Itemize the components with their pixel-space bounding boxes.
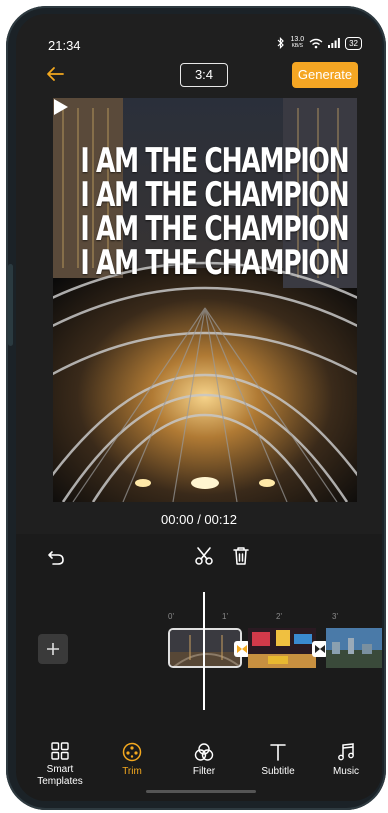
trim-icon <box>122 742 142 762</box>
status-time: 21:34 <box>48 38 81 53</box>
timeline-tick: 1' <box>222 612 228 621</box>
playhead[interactable] <box>203 592 205 710</box>
clip-thumbnail <box>326 628 382 668</box>
arrow-left-icon <box>47 67 64 81</box>
aspect-ratio-button[interactable]: 3:4 <box>180 63 228 87</box>
network-speed: 13.0 KB/S <box>290 36 304 50</box>
editor-top-bar: 3:4 Generate <box>16 62 382 92</box>
back-button[interactable] <box>46 64 76 90</box>
tab-music[interactable]: Music <box>310 742 382 777</box>
timeline-tick: 2' <box>276 612 282 621</box>
grid-icon <box>51 742 69 760</box>
timeline-clip-selected[interactable] <box>168 628 242 668</box>
add-clip-button[interactable] <box>38 634 68 664</box>
timeline-ruler: 0' 1' 2' 3' <box>16 612 382 624</box>
tab-label: Smart Templates <box>37 764 83 787</box>
tab-label: Music <box>332 766 360 777</box>
tab-subtitle[interactable]: Subtitle <box>242 742 314 777</box>
bluetooth-icon <box>278 37 285 49</box>
tab-smart-templates[interactable]: Smart Templates <box>24 742 96 788</box>
tab-trim[interactable]: Trim <box>96 742 168 777</box>
phone-side-button <box>8 264 13 346</box>
status-bar: 21:34 13.0 KB/S 32 <box>16 14 382 62</box>
battery-indicator: 32 <box>345 36 362 50</box>
tab-label: Trim <box>122 766 142 777</box>
video-preview[interactable]: I AM THE CHAMPION I AM THE CHAMPION I AM… <box>53 98 357 502</box>
wifi-icon <box>309 38 323 48</box>
network-speed-value: 13.0 <box>290 36 305 43</box>
filter-icon <box>194 743 214 761</box>
scissors-icon[interactable] <box>194 546 214 566</box>
tab-filter[interactable]: Filter <box>168 742 240 777</box>
network-speed-unit: KB/S <box>291 43 303 49</box>
playback-timecode: 00:00 / 00:12 <box>161 512 237 527</box>
status-icons: 13.0 KB/S 32 <box>277 36 362 50</box>
tab-label: Filter <box>192 766 216 777</box>
overlay-text-line: I AM THE CHAMPION <box>80 141 349 181</box>
app-screen: 21:34 13.0 KB/S 32 3:4 Generate I AM THE… <box>16 14 382 801</box>
timeline-clip[interactable] <box>248 628 316 668</box>
timeline-tick: 3' <box>332 612 338 621</box>
home-indicator[interactable] <box>146 790 256 793</box>
overlay-text-line: I AM THE CHAMPION <box>80 243 349 283</box>
trash-icon[interactable] <box>232 546 250 566</box>
signal-icon <box>328 38 340 48</box>
plus-icon <box>47 643 59 655</box>
timeline-clip[interactable] <box>326 628 382 668</box>
timeline-editor: 0' 1' 2' 3' Smart Templates Trim Filter … <box>16 534 382 801</box>
overlay-text-group: I AM THE CHAMPION I AM THE CHAMPION I AM… <box>53 144 357 280</box>
play-icon[interactable] <box>53 98 69 116</box>
subtitle-icon <box>270 744 286 761</box>
overlay-text-line: I AM THE CHAMPION <box>80 175 349 215</box>
music-icon <box>338 743 354 761</box>
tab-label: Subtitle <box>261 766 295 777</box>
generate-button[interactable]: Generate <box>292 62 358 88</box>
clip-thumbnail <box>170 630 240 666</box>
clip-thumbnail <box>248 628 316 668</box>
overlay-text-line: I AM THE CHAMPION <box>80 209 349 249</box>
undo-icon[interactable] <box>46 548 66 568</box>
timeline-tick: 0' <box>168 612 174 621</box>
